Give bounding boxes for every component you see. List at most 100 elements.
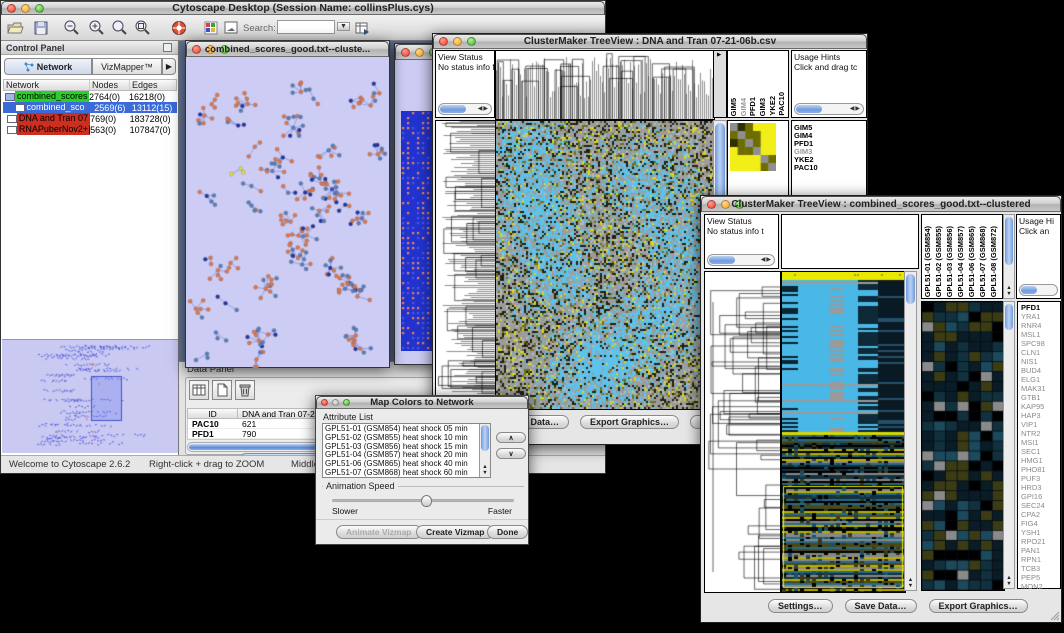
- view-status-scrollbar[interactable]: ◀▶: [707, 254, 775, 266]
- gene-label[interactable]: PEP5: [1021, 573, 1060, 582]
- gene-label[interactable]: SEC24: [1021, 501, 1060, 510]
- treeview1-titlebar[interactable]: ClusterMaker TreeView : DNA and Tran 07-…: [433, 34, 867, 49]
- vscroll-arrows-icon[interactable]: ▲▼: [1004, 285, 1014, 297]
- network-table-row[interactable]: RNAPuberNov2+|563(0)107847(0): [3, 124, 177, 135]
- gene-label[interactable]: PFD1: [1021, 303, 1060, 312]
- attribute-table-icon[interactable]: [189, 380, 209, 400]
- col-header-nodes[interactable]: Nodes: [90, 80, 130, 90]
- help-icon[interactable]: [170, 19, 188, 37]
- zoom-in-icon[interactable]: [88, 19, 106, 37]
- matrix-column-label[interactable]: GIM4: [739, 98, 749, 116]
- scroll-thumb[interactable]: [440, 105, 466, 113]
- treeview-button[interactable]: Settings…: [768, 599, 833, 613]
- save-icon[interactable]: [32, 19, 50, 37]
- attribute-list-item[interactable]: GPL51-07 (GSM868) heat shock 60 min: [323, 469, 478, 478]
- delete-attribute-icon[interactable]: [235, 380, 255, 400]
- gene-label[interactable]: ELG1: [1021, 375, 1060, 384]
- minimize-icon[interactable]: [415, 48, 424, 57]
- gene-label[interactable]: PUF3: [1021, 474, 1060, 483]
- gene-label[interactable]: MAK31: [1021, 384, 1060, 393]
- overview-canvas[interactable]: [2, 340, 178, 456]
- gene-label[interactable]: KAP95: [1021, 402, 1060, 411]
- gene-label[interactable]: PAN1: [1021, 546, 1060, 555]
- col-header-edges[interactable]: Edges: [130, 80, 174, 90]
- treeview-button[interactable]: Export Graphics…: [580, 415, 679, 429]
- gene-label[interactable]: HAP3: [1021, 411, 1060, 420]
- gene-label[interactable]: RPO21: [1021, 537, 1060, 546]
- experiment-column-label[interactable]: GPL51-07 (GSM868): [978, 226, 989, 297]
- row-dendrogram-canvas[interactable]: [435, 120, 497, 410]
- col-header-network[interactable]: Network: [4, 80, 90, 90]
- usage-hints-scrollbar[interactable]: ◀▶: [794, 103, 864, 115]
- gene-label[interactable]: GTB1: [1021, 393, 1060, 402]
- gene-label[interactable]: SPC98: [1021, 339, 1060, 348]
- search-dropdown-icon[interactable]: ▼: [337, 22, 350, 31]
- new-attribute-icon[interactable]: [212, 380, 232, 400]
- gene-label[interactable]: PHO81: [1021, 465, 1060, 474]
- row-dendrogram-canvas[interactable]: [704, 271, 781, 593]
- experiment-column-label[interactable]: GPL51-02 (GSM855): [934, 226, 945, 297]
- network-table-row[interactable]: combined_sco2569(6)13112(15): [3, 102, 177, 113]
- strip-arrow-icon[interactable]: ▶: [717, 52, 721, 58]
- scroll-arrows-icon[interactable]: ◀▶: [761, 256, 772, 263]
- vscroll-arrows-icon[interactable]: ▲▼: [1004, 575, 1014, 587]
- matrix-column-label[interactable]: GIM5: [729, 98, 739, 116]
- gene-label[interactable]: NIS1: [1021, 357, 1060, 366]
- animation-speed-slider[interactable]: [332, 499, 514, 502]
- heatmap-vscrollbar[interactable]: ▲▼: [904, 271, 917, 591]
- gene-label[interactable]: RPN1: [1021, 555, 1060, 564]
- gene-label[interactable]: TCB3: [1021, 564, 1060, 573]
- gene-label[interactable]: CPA2: [1021, 510, 1060, 519]
- attribute-list-item[interactable]: GPL51-04 (GSM857) heat shock 20 min: [323, 451, 478, 460]
- gene-label[interactable]: YSH1: [1021, 528, 1060, 537]
- attribute-list-item[interactable]: GPL51-02 (GSM855) heat shock 10 min: [323, 434, 478, 443]
- gene-label[interactable]: SEC1: [1021, 447, 1060, 456]
- experiment-column-label[interactable]: GPL51-04 (GSM857): [956, 226, 967, 297]
- experiment-column-label[interactable]: GPL51-08 (GSM872): [989, 226, 1000, 297]
- network-table-row[interactable]: DNA and Tran 07769(0)183728(0): [3, 113, 177, 124]
- vscroll-arrows-icon[interactable]: ▲▼: [905, 577, 916, 589]
- treeview-button[interactable]: Export Graphics…: [929, 599, 1028, 613]
- column-dendrogram-area[interactable]: [781, 214, 919, 269]
- column-dendrogram-canvas[interactable]: [495, 50, 715, 120]
- treeview2-titlebar[interactable]: ClusterMaker TreeView : combined_scores_…: [701, 196, 1061, 212]
- network-canvas[interactable]: [187, 58, 390, 368]
- treeview-button[interactable]: Save Data…: [845, 599, 917, 613]
- attribute-list-item[interactable]: GPL51-03 (GSM856) heat shock 15 min: [323, 443, 478, 452]
- gene-label[interactable]: YRA1: [1021, 312, 1060, 321]
- experiment-column-label[interactable]: GPL51-01 (GSM854): [923, 226, 934, 297]
- tab-overflow-arrow-icon[interactable]: ▶: [162, 58, 176, 75]
- matrix-column-label[interactable]: PFD1: [748, 97, 758, 116]
- main-titlebar[interactable]: Cytoscape Desktop (Session Name: collins…: [1, 1, 605, 15]
- usage-hints-scrollbar[interactable]: [1019, 284, 1058, 296]
- network-overview-panel[interactable]: [2, 339, 178, 453]
- animate-vizmap-button[interactable]: Animate Vizmap: [336, 525, 422, 539]
- vizmapper-icon[interactable]: [202, 19, 220, 37]
- tab-vizmapper[interactable]: VizMapper™: [92, 58, 162, 75]
- gene-label[interactable]: CLN1: [1021, 348, 1060, 357]
- gene-label[interactable]: FIG4: [1021, 519, 1060, 528]
- network-name[interactable]: RNAPuberNov2+|: [17, 124, 90, 135]
- vscroll-thumb[interactable]: [906, 274, 915, 304]
- vscroll-thumb[interactable]: [1005, 304, 1013, 330]
- open-file-icon[interactable]: [6, 19, 24, 37]
- zoom-heatmap-canvas[interactable]: [921, 301, 1005, 591]
- scroll-thumb[interactable]: [796, 105, 822, 113]
- gene-label[interactable]: VIP1: [1021, 420, 1060, 429]
- zoom-out-icon[interactable]: [63, 19, 81, 37]
- import-table-icon[interactable]: [353, 19, 371, 37]
- network-table-row[interactable]: combined_scores2764(0)16218(0): [3, 91, 177, 102]
- zoom-fit-icon[interactable]: [134, 19, 152, 37]
- slider-thumb[interactable]: [421, 495, 432, 507]
- column-labels-scrollbar[interactable]: ▲▼: [1003, 214, 1015, 299]
- gene-label[interactable]: MON2: [1021, 582, 1060, 591]
- dialog-titlebar[interactable]: Map Colors to Network: [316, 396, 528, 409]
- attribute-list-item[interactable]: GPL51-01 (GSM854) heat shock 05 min: [323, 425, 478, 434]
- gene-label[interactable]: MSI1: [1021, 438, 1060, 447]
- network-name[interactable]: DNA and Tran 07: [17, 113, 90, 124]
- gene-label[interactable]: MSL1: [1021, 330, 1060, 339]
- heatmap-canvas[interactable]: [495, 120, 715, 410]
- gene-label[interactable]: GPI16: [1021, 492, 1060, 501]
- annotation-icon[interactable]: [222, 19, 240, 37]
- move-down-button[interactable]: ∨: [496, 448, 526, 459]
